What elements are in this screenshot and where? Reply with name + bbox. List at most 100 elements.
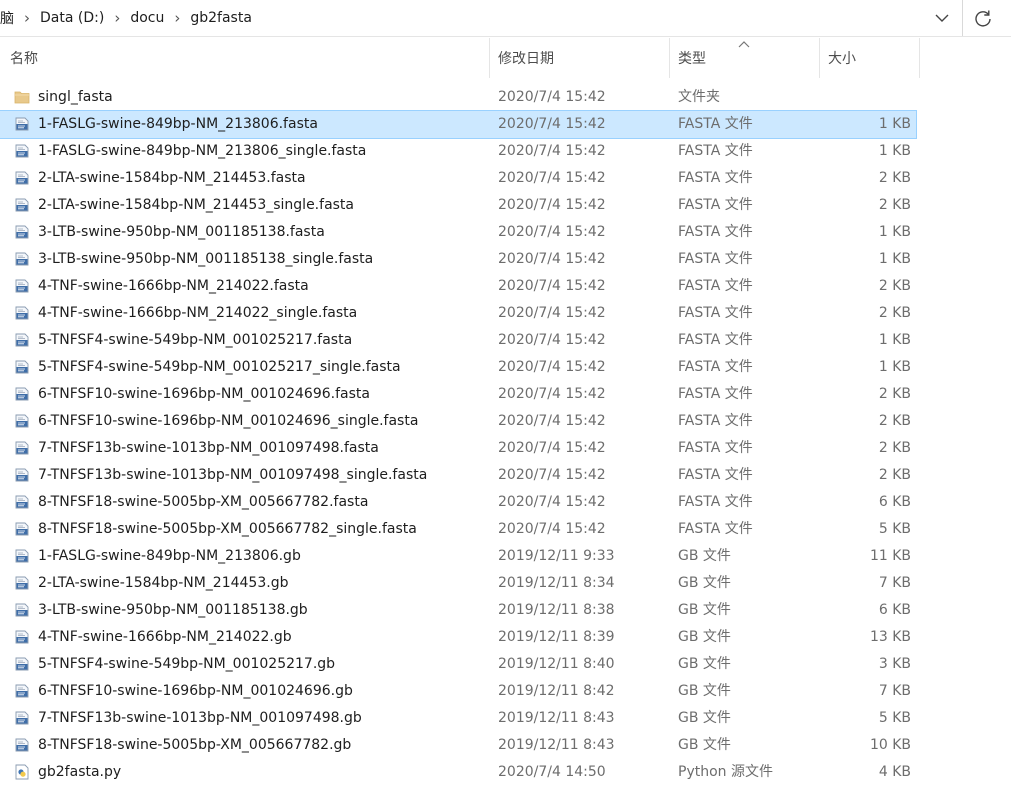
file-date: 2020/7/4 15:42 bbox=[498, 143, 606, 159]
sort-ascending-icon bbox=[738, 41, 750, 48]
file-type: Python 源文件 bbox=[678, 764, 773, 780]
file-row[interactable]: 6-TNFSF10-swine-1696bp-NM_001024696_sing… bbox=[0, 408, 916, 435]
breadcrumb-item-gb2fasta[interactable]: gb2fasta bbox=[186, 10, 256, 26]
file-row[interactable]: 5-TNFSF4-swine-549bp-NM_001025217_single… bbox=[0, 354, 916, 381]
file-date: 2020/7/4 14:50 bbox=[498, 764, 606, 780]
breadcrumb-item-drive[interactable]: Data (D:) bbox=[36, 10, 108, 26]
chevron-right-icon[interactable]: › bbox=[168, 9, 186, 27]
file-icon bbox=[13, 250, 31, 268]
file-type: FASTA 文件 bbox=[678, 116, 753, 132]
file-row[interactable]: 2-LTA-swine-1584bp-NM_214453_single.fast… bbox=[0, 192, 916, 219]
file-size: 2 KB bbox=[878, 386, 911, 402]
file-date: 2020/7/4 15:42 bbox=[498, 332, 606, 348]
address-bar: 脑 › Data (D:) › docu › gb2fasta bbox=[0, 0, 1011, 37]
file-row[interactable]: 4-TNF-swine-1666bp-NM_214022.gb 2019/12/1… bbox=[0, 624, 916, 651]
file-row[interactable]: 7-TNFSF13b-swine-1013bp-NM_001097498_sin… bbox=[0, 462, 916, 489]
file-date: 2020/7/4 15:42 bbox=[498, 197, 606, 213]
file-icon bbox=[13, 709, 31, 727]
file-icon bbox=[13, 169, 31, 187]
file-row[interactable]: 5-TNFSF4-swine-549bp-NM_001025217.fasta 2… bbox=[0, 327, 916, 354]
file-icon bbox=[13, 142, 31, 160]
column-header-size[interactable]: 大小 bbox=[820, 38, 920, 78]
file-date: 2019/12/11 8:40 bbox=[498, 656, 615, 672]
file-row[interactable]: gb2fasta.py 2020/7/4 14:50 Python 源文件 4 KB bbox=[0, 759, 916, 786]
file-name: 5-TNFSF4-swine-549bp-NM_001025217_single… bbox=[38, 359, 401, 375]
file-date: 2020/7/4 15:42 bbox=[498, 359, 606, 375]
file-row[interactable]: 5-TNFSF4-swine-549bp-NM_001025217.gb 2019… bbox=[0, 651, 916, 678]
file-date: 2020/7/4 15:42 bbox=[498, 116, 606, 132]
breadcrumb-item-computer[interactable]: 脑 bbox=[0, 8, 18, 28]
file-date: 2019/12/11 8:39 bbox=[498, 629, 615, 645]
file-type: FASTA 文件 bbox=[678, 251, 753, 267]
file-date: 2020/7/4 15:42 bbox=[498, 413, 606, 429]
file-type: FASTA 文件 bbox=[678, 386, 753, 402]
file-row[interactable]: 1-FASLG-swine-849bp-NM_213806.fasta 2020/… bbox=[0, 110, 917, 139]
column-header-name[interactable]: 名称 bbox=[0, 38, 490, 78]
file-type: GB 文件 bbox=[678, 629, 731, 645]
file-type: FASTA 文件 bbox=[678, 521, 753, 537]
file-type: FASTA 文件 bbox=[678, 197, 753, 213]
file-type: GB 文件 bbox=[678, 656, 731, 672]
file-date: 2019/12/11 8:38 bbox=[498, 602, 615, 618]
file-row[interactable]: 3-LTB-swine-950bp-NM_001185138_single.fa… bbox=[0, 246, 916, 273]
file-name: 3-LTB-swine-950bp-NM_001185138_single.fa… bbox=[38, 251, 374, 267]
file-icon bbox=[13, 547, 31, 565]
file-type: 文件夹 bbox=[678, 89, 720, 105]
file-size: 4 KB bbox=[878, 764, 911, 780]
file-date: 2020/7/4 15:42 bbox=[498, 494, 606, 510]
chevron-right-icon[interactable]: › bbox=[18, 9, 36, 27]
file-row[interactable]: 6-TNFSF10-swine-1696bp-NM_001024696.fast… bbox=[0, 381, 916, 408]
file-date: 2020/7/4 15:42 bbox=[498, 170, 606, 186]
file-icon bbox=[13, 520, 31, 538]
file-name: 4-TNF-swine-1666bp-NM_214022_single.fast… bbox=[38, 305, 358, 321]
file-type: FASTA 文件 bbox=[678, 467, 753, 483]
file-size: 6 KB bbox=[878, 602, 911, 618]
file-icon bbox=[13, 412, 31, 430]
file-date: 2020/7/4 15:42 bbox=[498, 440, 606, 456]
breadcrumb-item-docu[interactable]: docu bbox=[126, 10, 168, 26]
file-row[interactable]: 8-TNFSF18-swine-5005bp-XM_005667782_sing… bbox=[0, 516, 916, 543]
file-date: 2020/7/4 15:42 bbox=[498, 305, 606, 321]
file-size: 2 KB bbox=[878, 197, 911, 213]
file-row[interactable]: 4-TNF-swine-1666bp-NM_214022.fasta 2020/7… bbox=[0, 273, 916, 300]
file-row[interactable]: 4-TNF-swine-1666bp-NM_214022_single.fast… bbox=[0, 300, 916, 327]
file-name: 4-TNF-swine-1666bp-NM_214022.fasta bbox=[38, 278, 309, 294]
file-size: 5 KB bbox=[878, 710, 911, 726]
file-name: 2-LTA-swine-1584bp-NM_214453.gb bbox=[38, 575, 289, 591]
chevron-right-icon[interactable]: › bbox=[108, 9, 126, 27]
file-size: 10 KB bbox=[869, 737, 911, 753]
file-row[interactable]: 8-TNFSF18-swine-5005bp-XM_005667782.gb 20… bbox=[0, 732, 916, 759]
file-type: FASTA 文件 bbox=[678, 413, 753, 429]
file-date: 2020/7/4 15:42 bbox=[498, 386, 606, 402]
file-name: 6-TNFSF10-swine-1696bp-NM_001024696.gb bbox=[38, 683, 353, 699]
file-row[interactable]: 7-TNFSF13b-swine-1013bp-NM_001097498.gb 2… bbox=[0, 705, 916, 732]
file-size: 7 KB bbox=[878, 575, 911, 591]
file-row[interactable]: 2-LTA-swine-1584bp-NM_214453.fasta 2020/7… bbox=[0, 165, 916, 192]
refresh-icon[interactable] bbox=[971, 6, 995, 30]
file-row[interactable]: 1-FASLG-swine-849bp-NM_213806_single.fas… bbox=[0, 138, 916, 165]
file-name: 7-TNFSF13b-swine-1013bp-NM_001097498.fas… bbox=[38, 440, 379, 456]
file-icon bbox=[13, 331, 31, 349]
file-size: 13 KB bbox=[869, 629, 911, 645]
file-size: 6 KB bbox=[878, 494, 911, 510]
chevron-down-icon[interactable] bbox=[930, 6, 954, 30]
file-icon bbox=[13, 493, 31, 511]
file-type: GB 文件 bbox=[678, 602, 731, 618]
file-type: FASTA 文件 bbox=[678, 494, 753, 510]
file-row[interactable]: 3-LTB-swine-950bp-NM_001185138.gb 2019/12… bbox=[0, 597, 916, 624]
file-size: 1 KB bbox=[878, 359, 911, 375]
file-row[interactable]: 8-TNFSF18-swine-5005bp-XM_005667782.fast… bbox=[0, 489, 916, 516]
file-row[interactable]: 6-TNFSF10-swine-1696bp-NM_001024696.gb 20… bbox=[0, 678, 916, 705]
file-row[interactable]: 3-LTB-swine-950bp-NM_001185138.fasta 2020… bbox=[0, 219, 916, 246]
file-date: 2020/7/4 15:42 bbox=[498, 467, 606, 483]
file-row[interactable]: 2-LTA-swine-1584bp-NM_214453.gb 2019/12/1… bbox=[0, 570, 916, 597]
file-row[interactable]: 1-FASLG-swine-849bp-NM_213806.gb 2019/12/… bbox=[0, 543, 916, 570]
file-date: 2020/7/4 15:42 bbox=[498, 278, 606, 294]
column-header-date[interactable]: 修改日期 bbox=[490, 38, 670, 78]
file-type: GB 文件 bbox=[678, 710, 731, 726]
folder-row[interactable]: singl_fasta 2020/7/4 15:42 文件夹 bbox=[0, 84, 916, 111]
file-size bbox=[820, 84, 911, 111]
file-row[interactable]: 7-TNFSF13b-swine-1013bp-NM_001097498.fas… bbox=[0, 435, 916, 462]
file-name: 7-TNFSF13b-swine-1013bp-NM_001097498_sin… bbox=[38, 467, 428, 483]
file-size: 1 KB bbox=[878, 332, 911, 348]
